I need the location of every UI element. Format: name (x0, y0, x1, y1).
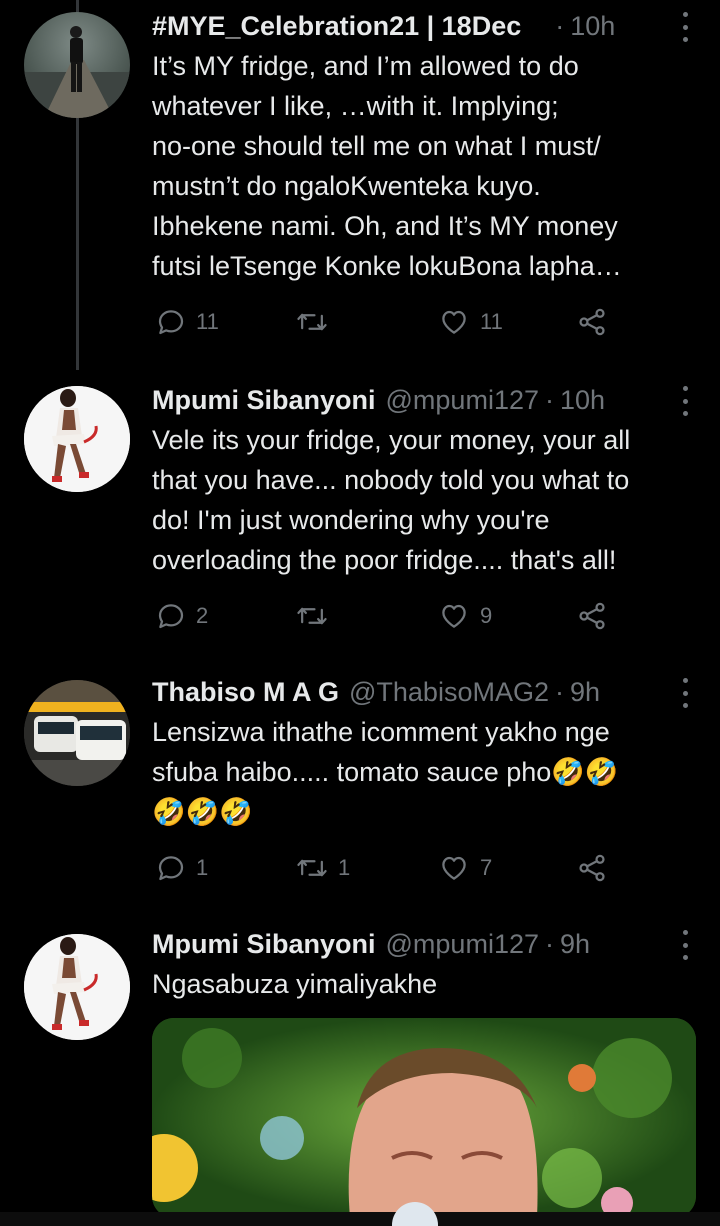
share-icon (579, 308, 605, 336)
tweet-media-gif[interactable] (152, 1018, 696, 1218)
media-image (152, 1018, 696, 1218)
like-count: 11 (480, 309, 503, 334)
reply-icon (158, 604, 184, 629)
avatar[interactable] (24, 680, 130, 786)
avatar-image (24, 386, 130, 492)
heart-icon (442, 604, 466, 628)
heart-icon (442, 310, 466, 334)
avatar-image (24, 26, 130, 118)
separator-dot: · (545, 385, 554, 415)
more-icon[interactable] (678, 386, 692, 416)
share-icon (579, 854, 605, 882)
retweet-icon (297, 607, 327, 625)
display-name[interactable]: Mpumi Sibanyoni (152, 380, 376, 420)
user-handle[interactable]: @mpumi127 (386, 380, 539, 420)
tweet-text: Lensizwa ithathe icomment yakho nge sfub… (152, 717, 619, 827)
retweet-button[interactable] (296, 302, 338, 342)
heart-icon (442, 856, 466, 880)
timestamp[interactable]: 9h (560, 924, 590, 964)
timestamp[interactable]: 9h (570, 672, 600, 712)
like-button[interactable]: 9 (438, 596, 492, 636)
retweet-button[interactable]: 1 (296, 848, 350, 888)
tweet-text: It’s MY fridge, and I’m allowed to do wh… (152, 51, 622, 281)
more-icon[interactable] (678, 930, 692, 960)
separator-dot: · (555, 11, 565, 41)
avatar-image (24, 680, 130, 786)
separator-dot: · (545, 929, 554, 959)
retweet-icon (297, 313, 327, 331)
avatar[interactable] (24, 12, 130, 118)
share-icon (579, 602, 605, 630)
share-button[interactable] (576, 302, 608, 342)
user-handle[interactable]: @mpumi127 (386, 924, 539, 964)
reply-button[interactable]: 1 (156, 848, 208, 888)
reply-count: 11 (196, 309, 219, 334)
timestamp[interactable]: 10h (570, 6, 615, 46)
user-handle[interactable]: @ThabisoMAG2 (349, 672, 549, 712)
retweet-icon (297, 859, 327, 877)
reply-count: 2 (196, 603, 209, 628)
like-button[interactable]: 7 (438, 848, 492, 888)
avatar-image (24, 934, 130, 1040)
display-name[interactable]: Thabiso M A G (152, 672, 339, 712)
tweet-text: Vele its your fridge, your money, your a… (152, 425, 631, 575)
retweet-count: 1 (338, 855, 351, 880)
reply-button[interactable]: 11 (156, 302, 219, 342)
more-icon[interactable] (678, 678, 692, 708)
tweet-text: Ngasabuza yimaliyakhe (152, 969, 438, 999)
more-icon[interactable] (678, 12, 692, 42)
reply-count: 1 (196, 855, 209, 880)
like-count: 9 (480, 603, 493, 628)
avatar[interactable] (24, 934, 130, 1040)
reply-icon (158, 310, 184, 335)
display-name[interactable]: #MYE_Celebration21 | 18Dec (152, 6, 521, 46)
reply-button[interactable]: 2 (156, 596, 208, 636)
bottom-bar (0, 1212, 720, 1226)
share-button[interactable] (576, 596, 608, 636)
retweet-button[interactable] (296, 596, 338, 636)
like-count: 7 (480, 855, 493, 880)
display-name[interactable]: Mpumi Sibanyoni (152, 924, 376, 964)
avatar[interactable] (24, 386, 130, 492)
share-button[interactable] (576, 848, 608, 888)
timestamp[interactable]: 10h (560, 380, 605, 420)
like-button[interactable]: 11 (438, 302, 503, 342)
reply-icon (158, 856, 184, 881)
separator-dot: · (554, 677, 564, 707)
